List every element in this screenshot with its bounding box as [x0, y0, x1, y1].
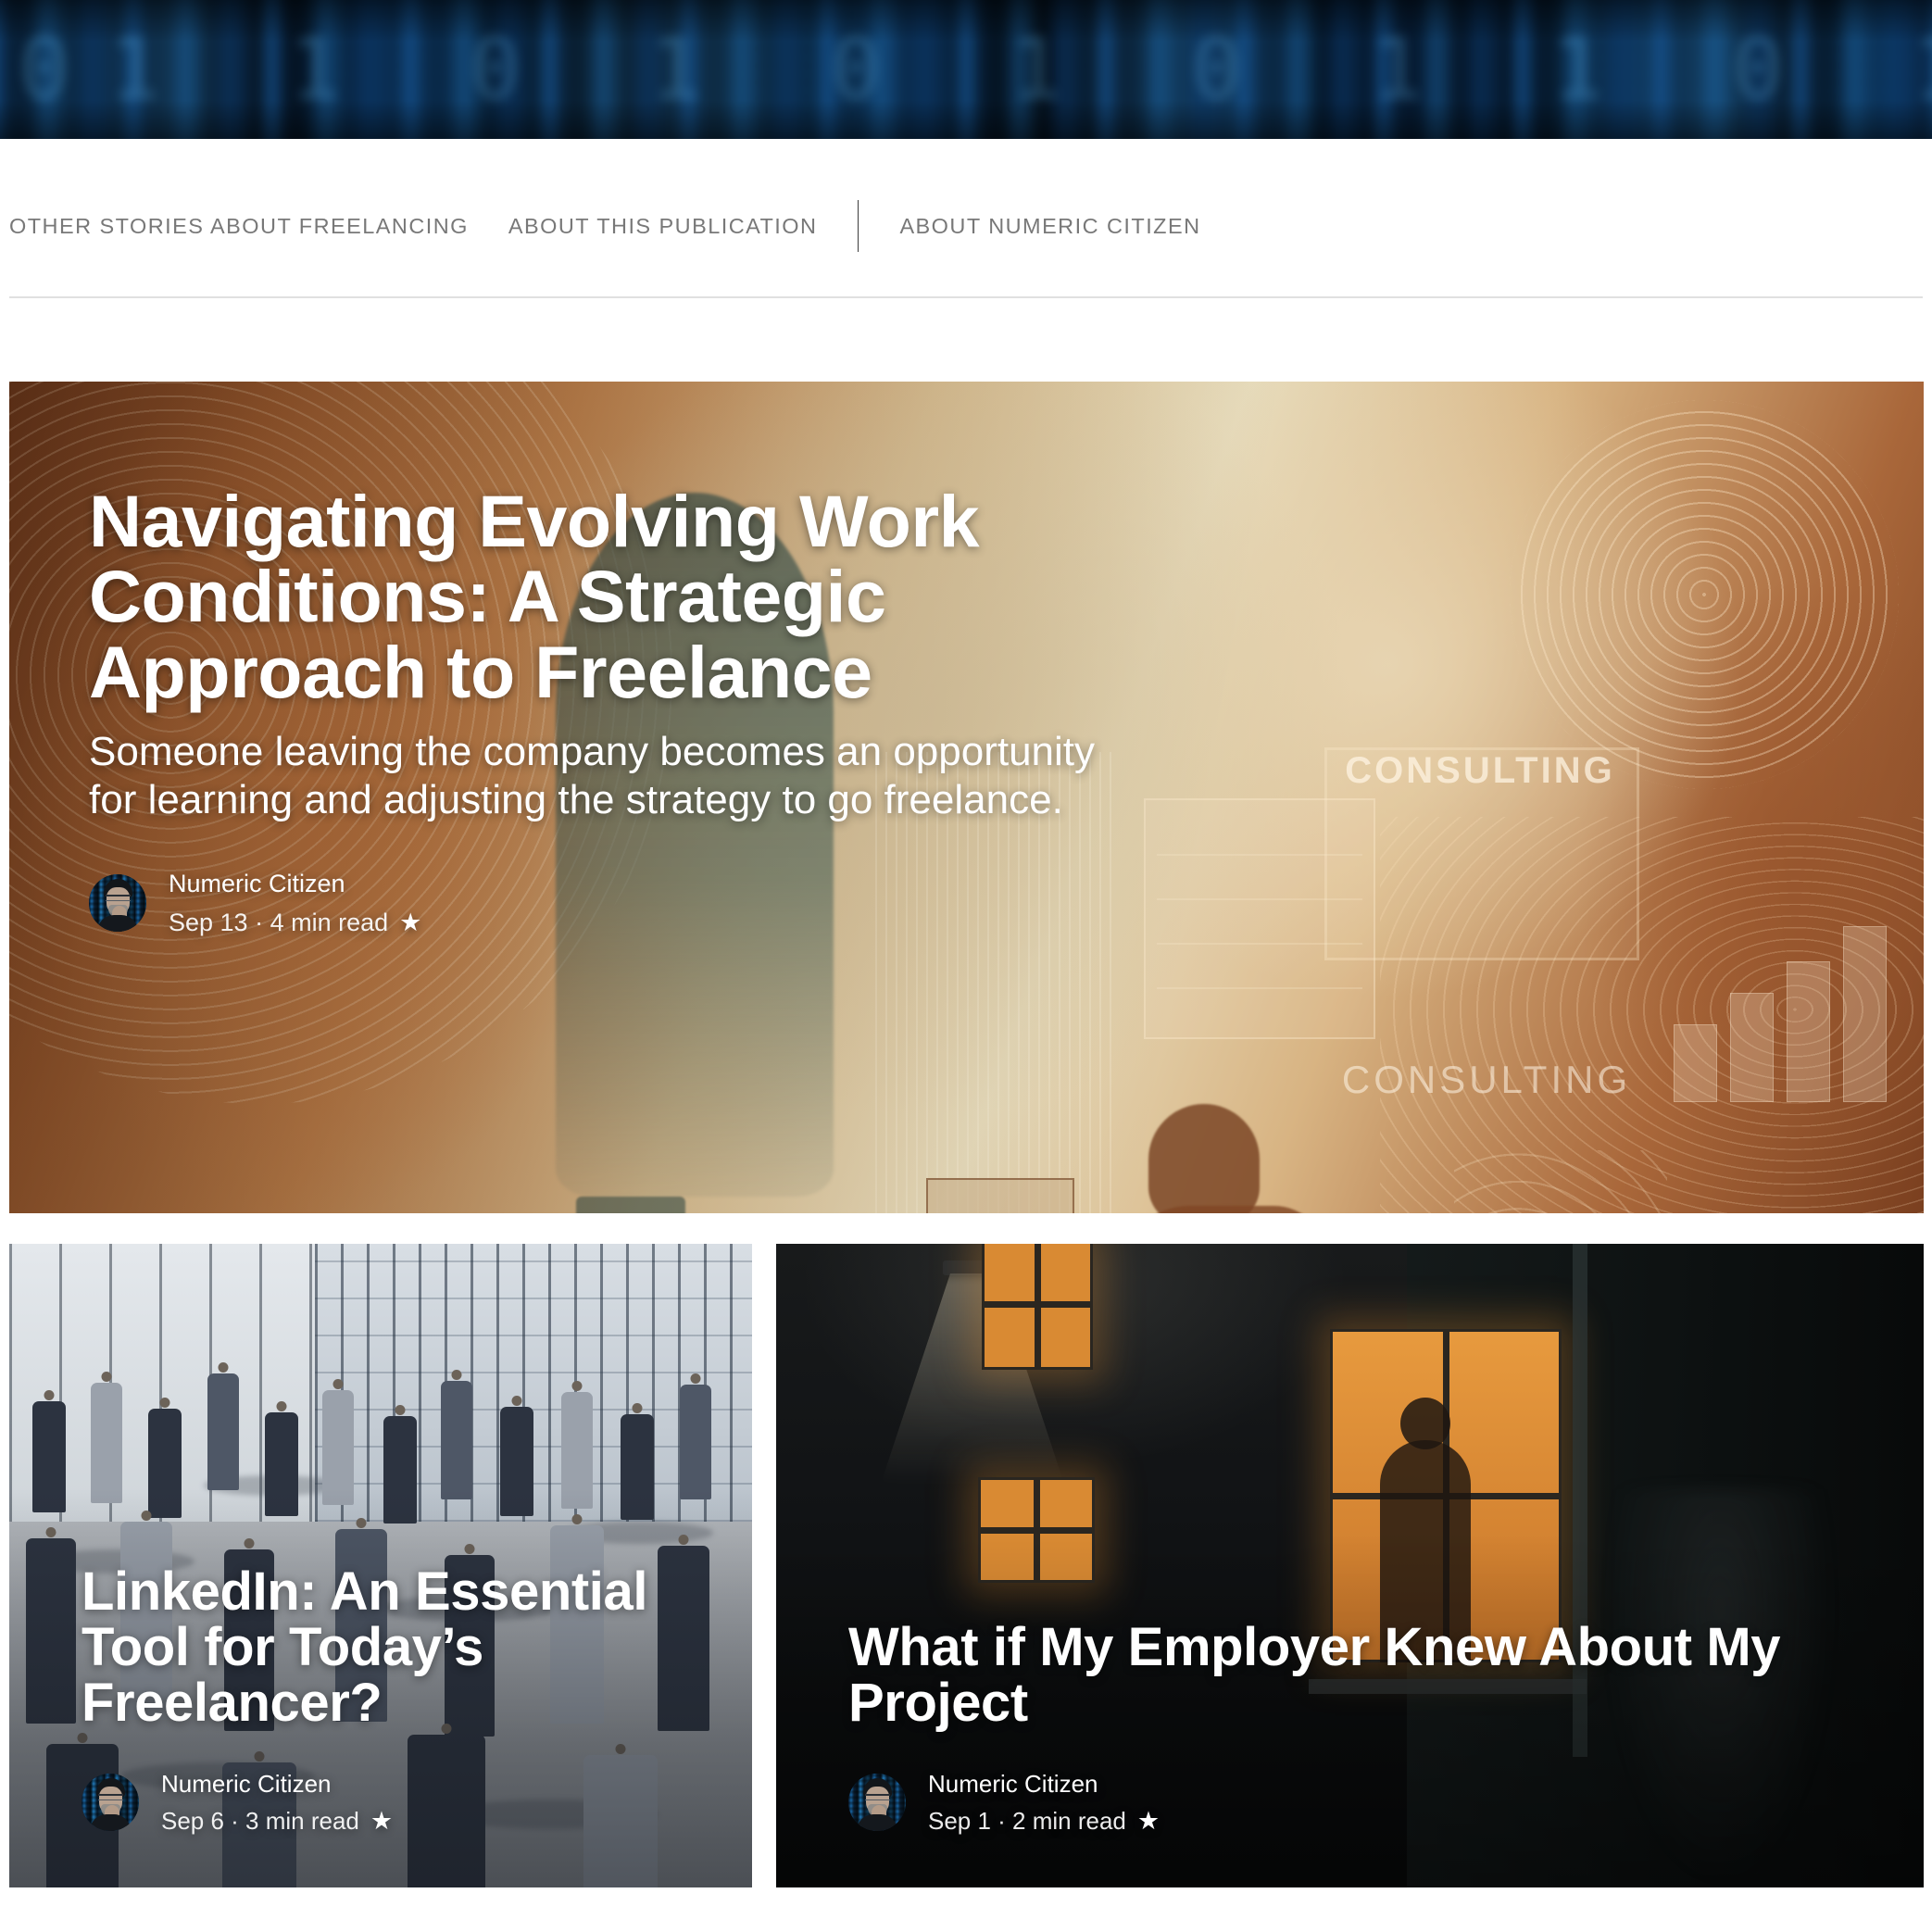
hero-title: Navigating Evolving Work Conditions: A S… — [89, 480, 980, 713]
story-date-and-readtime: Sep 6 · 3 min read — [161, 1807, 359, 1835]
nav-item-about-numeric-citizen[interactable]: ABOUT NUMERIC CITIZEN — [899, 214, 1200, 239]
story-card-employer[interactable]: What if My Employer Knew About My Projec… — [776, 1244, 1924, 1887]
story-byline-meta: Numeric Citizen Sep 1 · 2 min read ★ — [928, 1769, 1160, 1837]
publication-home-page: 01 1 0 1 0 1 0 1 1 0 1 0 1 1 0 1 0 OTHER… — [0, 0, 1932, 1906]
nav-item-about-publication[interactable]: ABOUT THIS PUBLICATION — [508, 214, 818, 239]
story-byline: Numeric Citizen Sep 6 · 3 min read ★ — [82, 1769, 715, 1837]
navigation-bar: OTHER STORIES ABOUT FREELANCING ABOUT TH… — [0, 139, 1932, 296]
member-star-icon: ★ — [399, 908, 422, 936]
navigation-divider — [9, 296, 1923, 298]
story-byline-meta: Numeric Citizen Sep 6 · 3 min read ★ — [161, 1769, 393, 1837]
story-date-and-readtime: Sep 1 · 2 min read — [928, 1807, 1126, 1835]
employer-card-text: What if My Employer Knew About My Projec… — [848, 1616, 1887, 1837]
hero-dateline: Sep 13 · 4 min read ★ — [169, 909, 421, 937]
story-dateline: Sep 6 · 3 min read ★ — [161, 1807, 393, 1836]
hero-story-card[interactable]: CONSULTING CONSULTING Navigating Evolvin… — [9, 382, 1924, 1213]
nav-item-other-stories[interactable]: OTHER STORIES ABOUT FREELANCING — [9, 214, 469, 239]
story-title: What if My Employer Knew About My Projec… — [848, 1616, 1781, 1734]
nav-separator — [858, 200, 859, 252]
hero-author-name[interactable]: Numeric Citizen — [169, 869, 421, 900]
story-title: LinkedIn: An Essential Tool for Today’s … — [82, 1561, 648, 1734]
member-star-icon: ★ — [370, 1807, 394, 1835]
story-author-name[interactable]: Numeric Citizen — [161, 1769, 393, 1799]
navigation-links: OTHER STORIES ABOUT FREELANCING ABOUT TH… — [9, 200, 1201, 252]
hero-text-block: Navigating Evolving Work Conditions: A S… — [89, 483, 1126, 937]
story-dateline: Sep 1 · 2 min read ★ — [928, 1807, 1160, 1836]
story-byline: Numeric Citizen Sep 1 · 2 min read ★ — [848, 1769, 1887, 1837]
author-avatar — [848, 1773, 906, 1831]
banner-vignette — [0, 0, 1932, 139]
hero-byline: Numeric Citizen Sep 13 · 4 min read ★ — [89, 869, 1126, 937]
story-card-linkedin[interactable]: LinkedIn: An Essential Tool for Today’s … — [9, 1244, 752, 1887]
hero-subtitle: Someone leaving the company becomes an o… — [89, 729, 1096, 822]
hero-byline-meta: Numeric Citizen Sep 13 · 4 min read ★ — [169, 869, 421, 937]
author-avatar — [89, 873, 146, 932]
linkedin-card-text: LinkedIn: An Essential Tool for Today’s … — [82, 1561, 715, 1837]
story-card-row: LinkedIn: An Essential Tool for Today’s … — [9, 1244, 1924, 1887]
author-avatar — [82, 1773, 139, 1831]
site-header-banner-image: 01 1 0 1 0 1 0 1 1 0 1 0 1 1 0 1 0 — [0, 0, 1932, 139]
hero-date-and-readtime: Sep 13 · 4 min read — [169, 908, 389, 936]
story-author-name[interactable]: Numeric Citizen — [928, 1769, 1160, 1799]
member-star-icon: ★ — [1136, 1807, 1160, 1835]
